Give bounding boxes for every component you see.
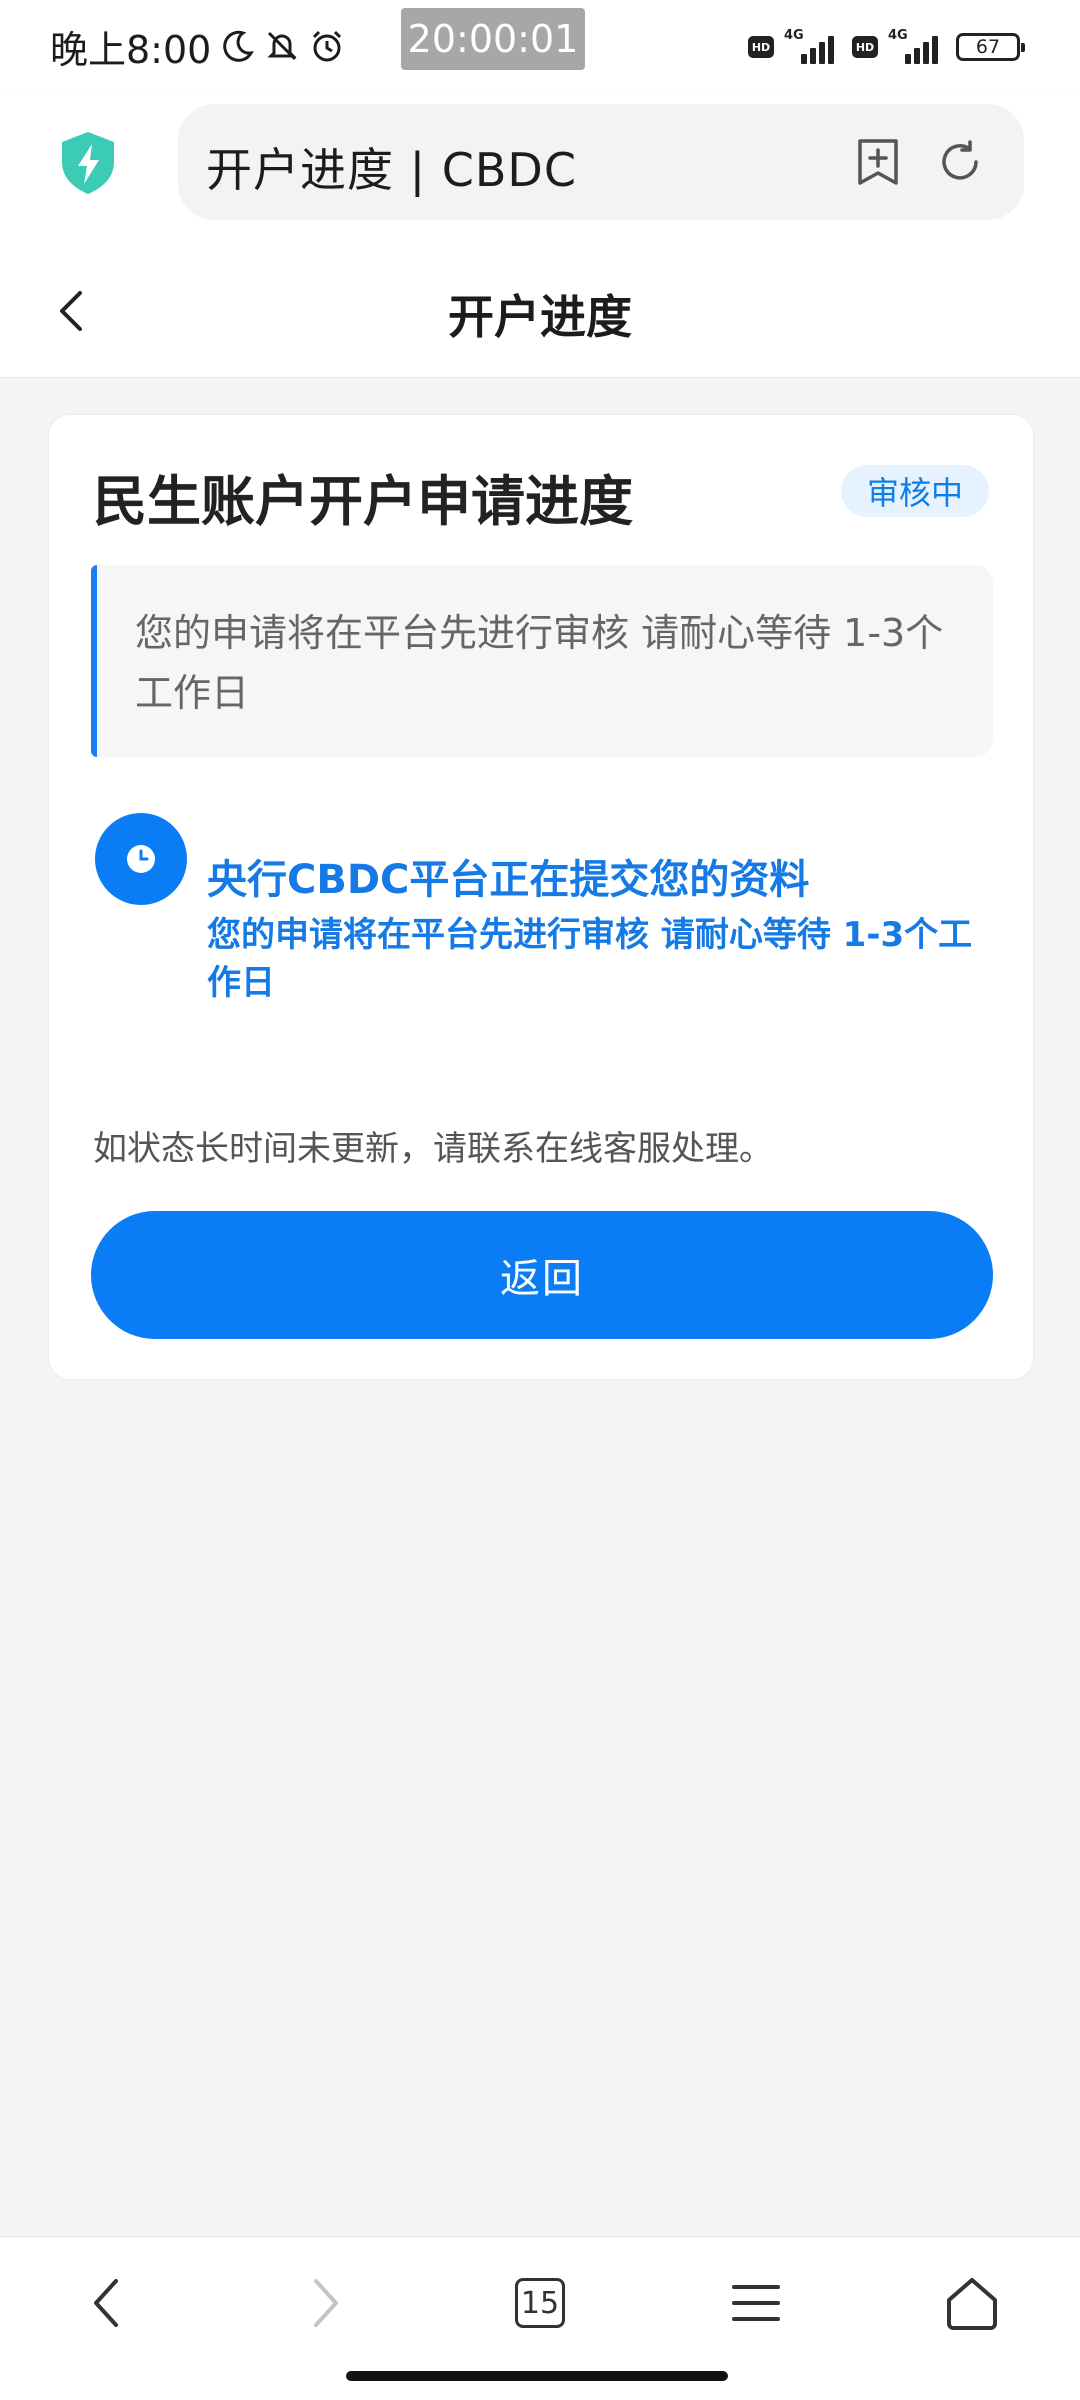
notice-text: 您的申请将在平台先进行审核 请耐心等待 1-3个工作日 bbox=[135, 611, 944, 715]
hd-badge-2: HD bbox=[852, 36, 878, 58]
step-description: 您的申请将在平台先进行审核 请耐心等待 1-3个工作日 bbox=[207, 915, 973, 1003]
status-badge: 审核中 bbox=[840, 465, 989, 517]
card-title: 民生账户开户申请进度 bbox=[93, 470, 633, 533]
nav-back-icon[interactable] bbox=[66, 2263, 146, 2343]
bookmark-add-icon[interactable] bbox=[854, 137, 902, 187]
signal-icon-2: 4G bbox=[888, 28, 946, 64]
url-title: 开户进度 | CBDC bbox=[206, 143, 577, 197]
tabs-button[interactable]: 15 bbox=[500, 2263, 580, 2343]
home-icon[interactable] bbox=[932, 2263, 1012, 2343]
menu-icon[interactable] bbox=[716, 2263, 796, 2343]
status-right: HD 4G HD 4G 67 bbox=[748, 24, 1025, 70]
status-bar: 晚上8:00 20:00:01 HD 4G HD 4G 67 bbox=[0, 0, 1080, 92]
home-indicator[interactable] bbox=[346, 2371, 728, 2381]
battery-icon: 67 bbox=[956, 33, 1025, 61]
browser-bar: 开户进度 | CBDC bbox=[0, 92, 1080, 245]
reload-icon[interactable] bbox=[936, 138, 984, 186]
battery-level: 67 bbox=[975, 36, 1001, 58]
nav-forward-icon[interactable] bbox=[286, 2263, 366, 2343]
progress-card: 民生账户开户申请进度 审核中 您的申请将在平台先进行审核 请耐心等待 1-3个工… bbox=[48, 414, 1034, 1380]
url-bar[interactable]: 开户进度 | CBDC bbox=[178, 104, 1024, 220]
bell-muted-icon bbox=[265, 29, 299, 63]
signal-icon: 4G bbox=[784, 28, 842, 64]
step-title: 央行CBDC平台正在提交您的资料 bbox=[207, 857, 810, 903]
clock-icon bbox=[95, 813, 187, 905]
return-button[interactable]: 返回 bbox=[91, 1211, 993, 1339]
hd-badge: HD bbox=[748, 36, 774, 58]
alarm-icon bbox=[309, 28, 345, 64]
clock-overlay: 20:00:01 bbox=[401, 8, 585, 70]
shield-icon[interactable] bbox=[58, 130, 118, 196]
status-left: 晚上8:00 bbox=[50, 22, 345, 72]
page-header: 开户进度 bbox=[0, 245, 1080, 378]
tabs-count: 15 bbox=[515, 2278, 565, 2328]
status-time: 晚上8:00 bbox=[50, 27, 212, 72]
screen: 晚上8:00 20:00:01 HD 4G HD 4G 67 开户进度 | CB… bbox=[0, 0, 1080, 2400]
page-title: 开户进度 bbox=[448, 290, 632, 344]
network-type-label: 4G bbox=[784, 28, 804, 43]
hint-text: 如状态长时间未更新，请联系在线客服处理。 bbox=[93, 1129, 773, 1169]
network-type-label-2: 4G bbox=[888, 28, 908, 43]
moon-icon bbox=[221, 29, 255, 63]
notice-box: 您的申请将在平台先进行审核 请耐心等待 1-3个工作日 bbox=[91, 565, 993, 757]
